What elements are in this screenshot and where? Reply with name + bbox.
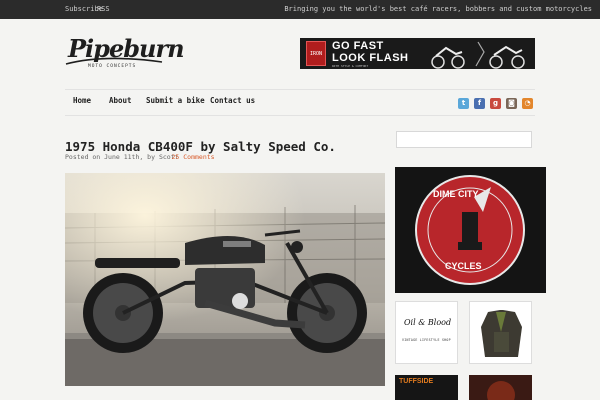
site-logo[interactable]: Pipeburn moto concepts bbox=[64, 30, 185, 76]
jacket-ad[interactable] bbox=[469, 301, 532, 364]
google-plus-icon[interactable]: g bbox=[490, 98, 501, 109]
header-banner-ad[interactable]: IRON GO FAST LOOK FLASH WITH STYLE & COM… bbox=[300, 38, 535, 69]
nav-contact-us[interactable]: Contact us bbox=[210, 96, 255, 105]
nav-divider-top bbox=[65, 89, 535, 90]
banner-headline-1: GO FAST bbox=[332, 40, 384, 52]
banner-tagline: WITH STYLE & COMFORT bbox=[332, 64, 369, 68]
logo-subtitle: moto concepts bbox=[88, 64, 137, 69]
tuffside-ad-title: TUFFSIDE bbox=[399, 378, 434, 385]
twitter-icon[interactable]: t bbox=[458, 98, 469, 109]
nav-home[interactable]: Home bbox=[73, 96, 91, 105]
post-title[interactable]: 1975 Honda CB400F by Salty Speed Co. bbox=[65, 139, 336, 154]
post-meta: Posted on June 11th, by Scott25 Comments bbox=[65, 153, 222, 161]
banner-headline-2: LOOK FLASH bbox=[332, 52, 409, 64]
rss-link[interactable]: RSS bbox=[97, 5, 110, 13]
dcc-ad-line1: DIME CITY bbox=[433, 189, 479, 199]
dcc-ad-line2: CYCLES bbox=[445, 261, 482, 271]
search-input[interactable] bbox=[396, 131, 532, 148]
subscribe-links: SubscribeRSS bbox=[65, 5, 116, 13]
site-tagline: Bringing you the world's best café racer… bbox=[284, 5, 592, 13]
post-hero-image[interactable] bbox=[65, 173, 385, 386]
banner-motorcycles-image bbox=[418, 38, 535, 69]
jacket-image bbox=[470, 302, 531, 363]
dime-city-cycles-logo-icon bbox=[395, 167, 546, 293]
post-date: Posted on June 11th, by bbox=[65, 153, 156, 161]
tuffside-ad[interactable]: TUFFSIDE bbox=[395, 375, 458, 400]
oil-and-blood-ad[interactable]: Oil & Blood VINTAGE LIFESTYLE SHOP bbox=[395, 301, 458, 364]
nav-submit-a-bike[interactable]: Submit a bike bbox=[146, 96, 205, 105]
nav-divider-bottom bbox=[65, 115, 535, 116]
oil-and-blood-subtitle: VINTAGE LIFESTYLE SHOP bbox=[402, 338, 451, 342]
banner-badge: IRON bbox=[306, 41, 326, 66]
top-bar: SubscribeRSS Bringing you the world's be… bbox=[0, 0, 600, 19]
nav-about[interactable]: About bbox=[109, 96, 132, 105]
facebook-icon[interactable]: f bbox=[474, 98, 485, 109]
oil-and-blood-title: Oil & Blood bbox=[404, 318, 452, 327]
dime-city-cycles-ad[interactable]: DIME CITY CYCLES bbox=[395, 167, 546, 293]
product-ad[interactable] bbox=[469, 375, 532, 400]
post-comments-link[interactable]: 25 Comments bbox=[172, 153, 215, 161]
product-ad-image bbox=[469, 375, 532, 400]
instagram-icon[interactable]: ◙ bbox=[506, 98, 517, 109]
rss-icon[interactable]: ◔ bbox=[522, 98, 533, 109]
